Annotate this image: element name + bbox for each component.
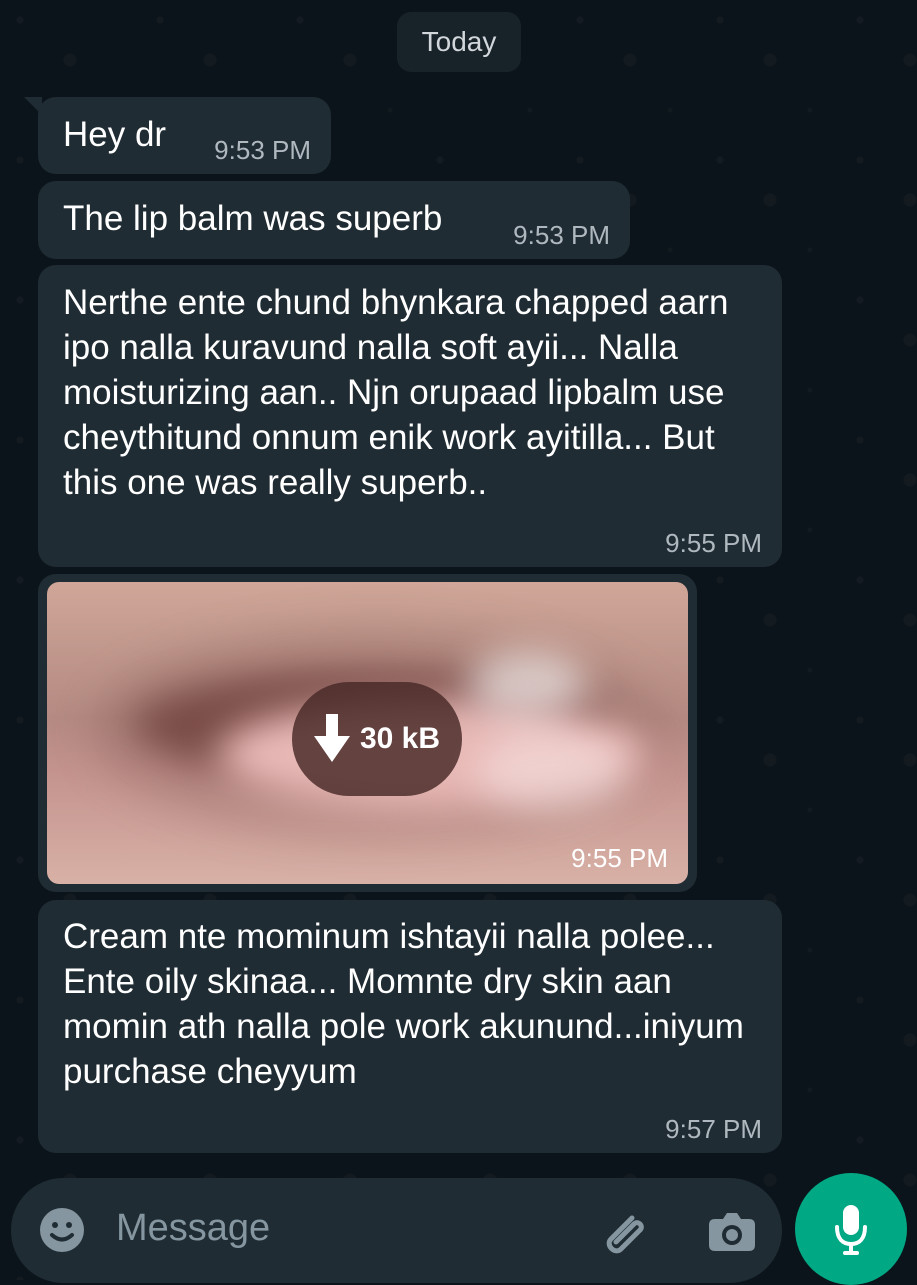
image-blur-highlight	[467, 652, 587, 717]
microphone-button[interactable]	[795, 1173, 907, 1285]
message-time: 9:53 PM	[214, 135, 311, 165]
message-time: 9:55 PM	[665, 528, 762, 558]
download-button[interactable]: 30 kB	[292, 682, 462, 796]
message-input[interactable]: Message	[116, 1207, 270, 1250]
message-text: Nerthe ente chund bhynkara chapped aarn …	[63, 283, 739, 502]
message-time: 9:55 PM	[571, 843, 668, 873]
message-text: Cream nte mominum ishtayii nalla polee..…	[63, 917, 754, 1091]
message-composer[interactable]: Message	[11, 1178, 782, 1283]
microphone-icon	[835, 1205, 867, 1255]
incoming-message-3[interactable]: Nerthe ente chund bhynkara chapped aarn …	[38, 265, 782, 567]
date-separator: Today	[397, 12, 521, 72]
blurred-image-preview[interactable]: 30 kB 9:55 PM	[47, 582, 688, 884]
message-time: 9:57 PM	[665, 1114, 762, 1144]
download-arrow-icon	[313, 714, 350, 762]
message-text: The lip balm was superb	[63, 199, 443, 238]
incoming-image-message[interactable]: 30 kB 9:55 PM	[38, 574, 697, 892]
incoming-message-1[interactable]: Hey dr 9:53 PM	[24, 97, 331, 174]
message-tail	[24, 97, 42, 115]
incoming-message-2[interactable]: The lip balm was superb 9:53 PM	[38, 181, 630, 259]
emoji-icon[interactable]	[38, 1206, 86, 1254]
image-file-size: 30 kB	[359, 722, 441, 755]
message-text: Hey dr	[63, 115, 167, 154]
image-blur-highlight	[477, 732, 627, 812]
paperclip-icon[interactable]	[601, 1206, 653, 1258]
chat-thread: Today Hey dr 9:53 PM The lip balm was su…	[0, 0, 917, 1280]
camera-icon[interactable]	[707, 1209, 757, 1253]
incoming-message-5[interactable]: Cream nte mominum ishtayii nalla polee..…	[38, 900, 782, 1153]
message-time: 9:53 PM	[513, 220, 610, 250]
